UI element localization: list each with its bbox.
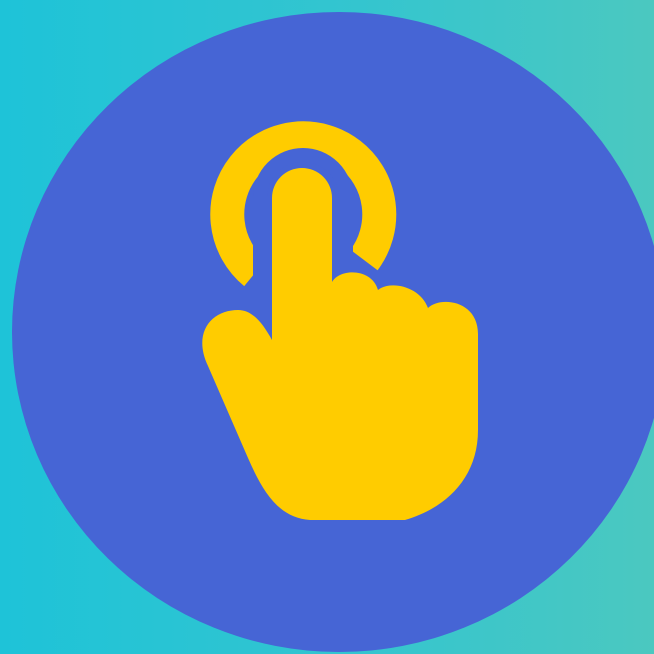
tap-gesture-icon	[0, 0, 654, 654]
app-icon-canvas	[0, 0, 654, 654]
